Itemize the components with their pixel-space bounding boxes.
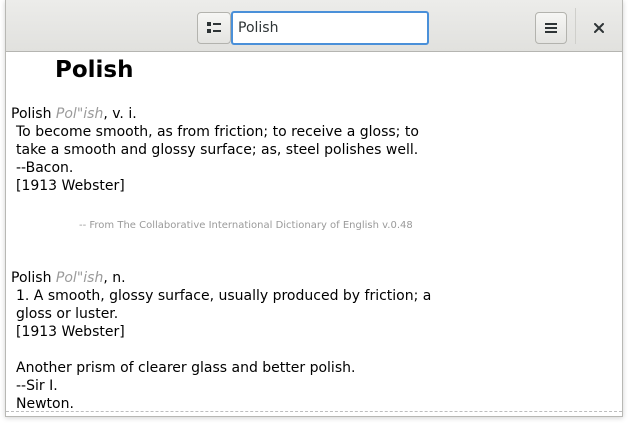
view-list-icon bbox=[207, 22, 221, 33]
entry-head: Polish Pol"ish, n. bbox=[11, 270, 126, 286]
close-button[interactable] bbox=[584, 12, 614, 44]
definition-line: Another prism of clearer glass and bette… bbox=[16, 360, 356, 376]
menu-button[interactable] bbox=[535, 12, 567, 44]
headword: Polish bbox=[11, 106, 52, 122]
scroll-edge-indicator bbox=[6, 411, 622, 412]
header-bar bbox=[6, 0, 622, 52]
definition-line: gloss or luster. bbox=[16, 306, 119, 322]
definition-content: Polish Polish Pol"ish, v. i. To become s… bbox=[6, 52, 622, 414]
definition-line: --Sir I. bbox=[16, 378, 58, 394]
definition-line: take a smooth and glossy surface; as, st… bbox=[16, 142, 419, 158]
part-of-speech: , v. i. bbox=[103, 106, 137, 122]
dictionary-window: Polish Polish Pol"ish, v. i. To become s… bbox=[5, 0, 623, 417]
pronunciation: Pol"ish bbox=[55, 270, 104, 286]
definition-line: Newton. bbox=[16, 396, 74, 412]
pronunciation: Pol"ish bbox=[55, 106, 104, 122]
view-toggle-button[interactable] bbox=[197, 12, 231, 44]
definition-line: 1. A smooth, glossy surface, usually pro… bbox=[16, 288, 432, 304]
definition-line: To become smooth, as from friction; to r… bbox=[16, 124, 419, 140]
dictionary-source: -- From The Collaborative International … bbox=[79, 220, 413, 231]
search-field-container bbox=[231, 11, 429, 45]
word-title: Polish bbox=[55, 57, 134, 83]
header-separator bbox=[575, 8, 576, 44]
hamburger-menu-icon bbox=[545, 23, 557, 33]
part-of-speech: , n. bbox=[103, 270, 126, 286]
definition-line: [1913 Webster] bbox=[16, 178, 125, 194]
headword: Polish bbox=[11, 270, 52, 286]
entry-head: Polish Pol"ish, v. i. bbox=[11, 106, 137, 122]
definition-line: [1913 Webster] bbox=[16, 324, 125, 340]
close-icon bbox=[594, 23, 604, 33]
definition-line: --Bacon. bbox=[16, 160, 74, 176]
search-input[interactable] bbox=[238, 20, 418, 36]
